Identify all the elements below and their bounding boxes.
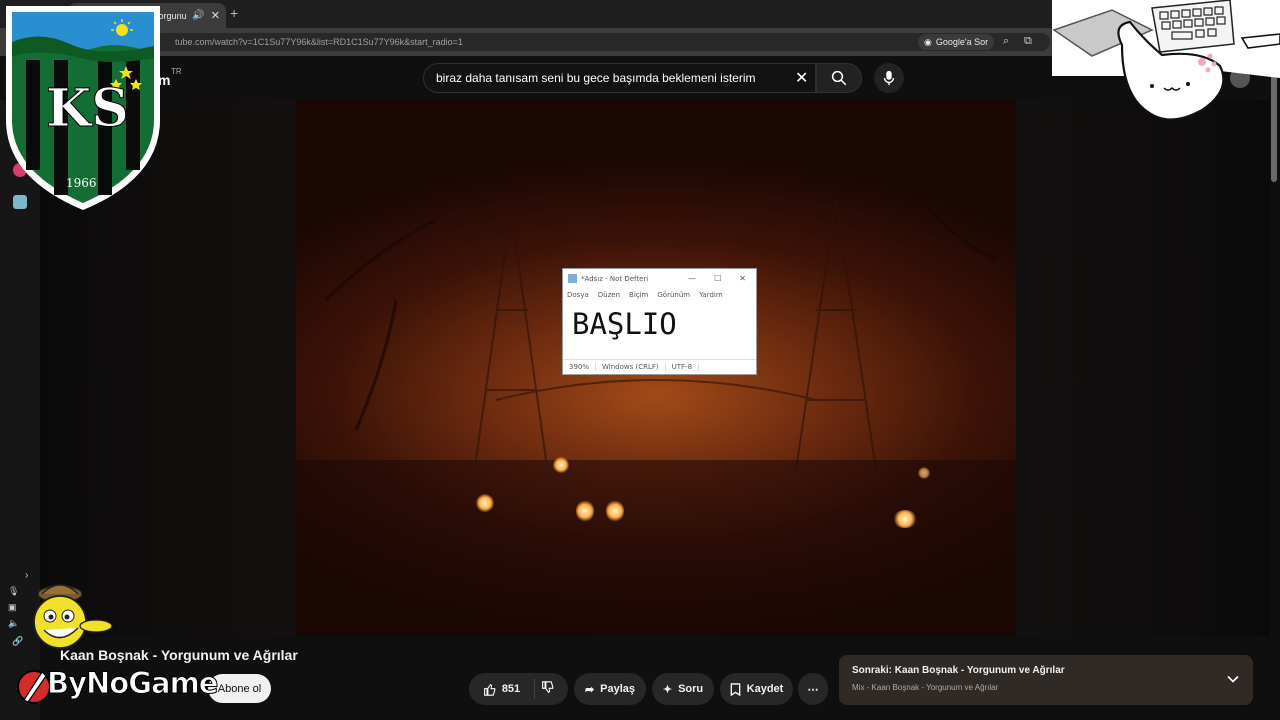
menu-item-help[interactable]: Yardım: [699, 291, 723, 299]
new-tab-button[interactable]: +: [230, 5, 238, 21]
close-tab-icon[interactable]: ✕: [211, 9, 220, 22]
thumbs-up-icon: [483, 683, 496, 696]
notepad-titlebar[interactable]: *Adsız - Not Defteri — ☐ ✕: [563, 269, 756, 288]
chevron-down-icon[interactable]: [1226, 672, 1240, 691]
share-button[interactable]: ➦ Paylaş: [574, 673, 646, 705]
bookmark-icon: [730, 682, 740, 696]
video-light: [576, 500, 594, 522]
google-lens-label: Google'a Sor: [935, 37, 989, 47]
horizontal-scrollbar[interactable]: [566, 351, 753, 359]
microphone-icon[interactable]: 🎙: [8, 586, 19, 597]
menu-item-format[interactable]: Biçim: [629, 291, 648, 299]
like-count: 851: [501, 683, 521, 695]
maximize-icon[interactable]: ☐: [714, 274, 721, 283]
speaker-icon[interactable]: 🔊: [192, 10, 204, 21]
notepad-menu: Dosya Düzen Biçim Görünüm Yardım: [563, 288, 756, 302]
minimize-icon[interactable]: —: [688, 274, 696, 283]
voice-search-button[interactable]: [874, 63, 904, 93]
notepad-title: *Adsız - Not Defteri: [581, 274, 649, 283]
crest-year: 1966: [66, 176, 97, 190]
close-icon[interactable]: ✕: [739, 274, 746, 283]
install-app-icon[interactable]: ⧉: [1024, 35, 1032, 48]
status-line-ending: Windows (CRLF): [596, 362, 666, 371]
lens-icon: ◉: [924, 36, 932, 47]
url-field[interactable]: tube.com/watch?v=1C1Su77Y96k&list=RD1C1S…: [150, 33, 1050, 51]
camera-icon[interactable]: ▣: [8, 602, 17, 613]
up-next-panel[interactable]: [839, 655, 1253, 705]
thumbs-down-icon: [542, 681, 554, 694]
status-zoom: 390%: [563, 362, 597, 371]
video-light: [476, 494, 494, 512]
save-label: Kaydet: [746, 683, 784, 695]
google-lens-button[interactable]: ◉ Google'a Sor: [918, 34, 995, 50]
sparkle-icon: ✦: [662, 683, 673, 696]
search-input[interactable]: biraz daha tanısam seni bu gece başımda …: [423, 63, 816, 93]
video-light: [918, 467, 930, 479]
up-next-title: Sonraki: Kaan Boşnak - Yorgunum ve Ağrıl…: [852, 665, 1065, 676]
microphone-icon: [883, 70, 895, 86]
share-label: Paylaş: [600, 683, 636, 695]
ambient-right: [1016, 100, 1270, 636]
volume-icon[interactable]: 🔈: [8, 618, 19, 629]
menu-item-file[interactable]: Dosya: [567, 291, 589, 299]
notepad-statusbar: 390% Windows (CRLF) UTF-8: [563, 359, 756, 373]
ask-button[interactable]: ✦ Soru: [652, 673, 714, 705]
crest-initials: KS: [46, 78, 130, 140]
menu-item-edit[interactable]: Düzen: [598, 291, 620, 299]
ask-label: Soru: [678, 683, 704, 695]
menu-item-view[interactable]: Görünüm: [657, 291, 690, 299]
up-next-subtitle: Mix - Kaan Boşnak - Yorgunum ve Ağrılar: [852, 683, 999, 692]
more-icon: ⋯: [807, 683, 819, 696]
bynogame-brand-text: ByNoGame: [46, 666, 218, 701]
zoom-icon[interactable]: ⌕: [1003, 35, 1009, 48]
like-dislike-group: 851: [469, 673, 568, 705]
dislike-button[interactable]: [541, 681, 554, 697]
notepad-window[interactable]: *Adsız - Not Defteri — ☐ ✕ Dosya Düzen B…: [562, 268, 757, 375]
chevron-right-icon[interactable]: ›: [25, 570, 28, 581]
video-light: [606, 500, 624, 522]
search-icon: [831, 70, 847, 86]
search-button[interactable]: [816, 63, 862, 93]
notepad-icon: [568, 274, 577, 283]
video-light: [893, 510, 917, 528]
link-icon[interactable]: 🔗: [12, 636, 23, 647]
like-button[interactable]: 851: [483, 679, 536, 699]
save-button[interactable]: Kaydet: [720, 673, 793, 705]
video-light: [553, 457, 569, 473]
more-actions-button[interactable]: ⋯: [798, 673, 828, 705]
clear-search-icon[interactable]: ✕: [795, 68, 808, 88]
status-encoding: UTF-8: [666, 362, 700, 371]
share-icon: ➦: [584, 683, 595, 696]
cartoon-mascot-sticker: [26, 582, 116, 662]
club-crest-logo: KS 1966: [0, 0, 166, 214]
cat-keyboard-sticker: [1052, 0, 1280, 128]
notepad-text-area[interactable]: BAŞLIO: [563, 302, 756, 351]
region-label: TR: [171, 67, 182, 76]
